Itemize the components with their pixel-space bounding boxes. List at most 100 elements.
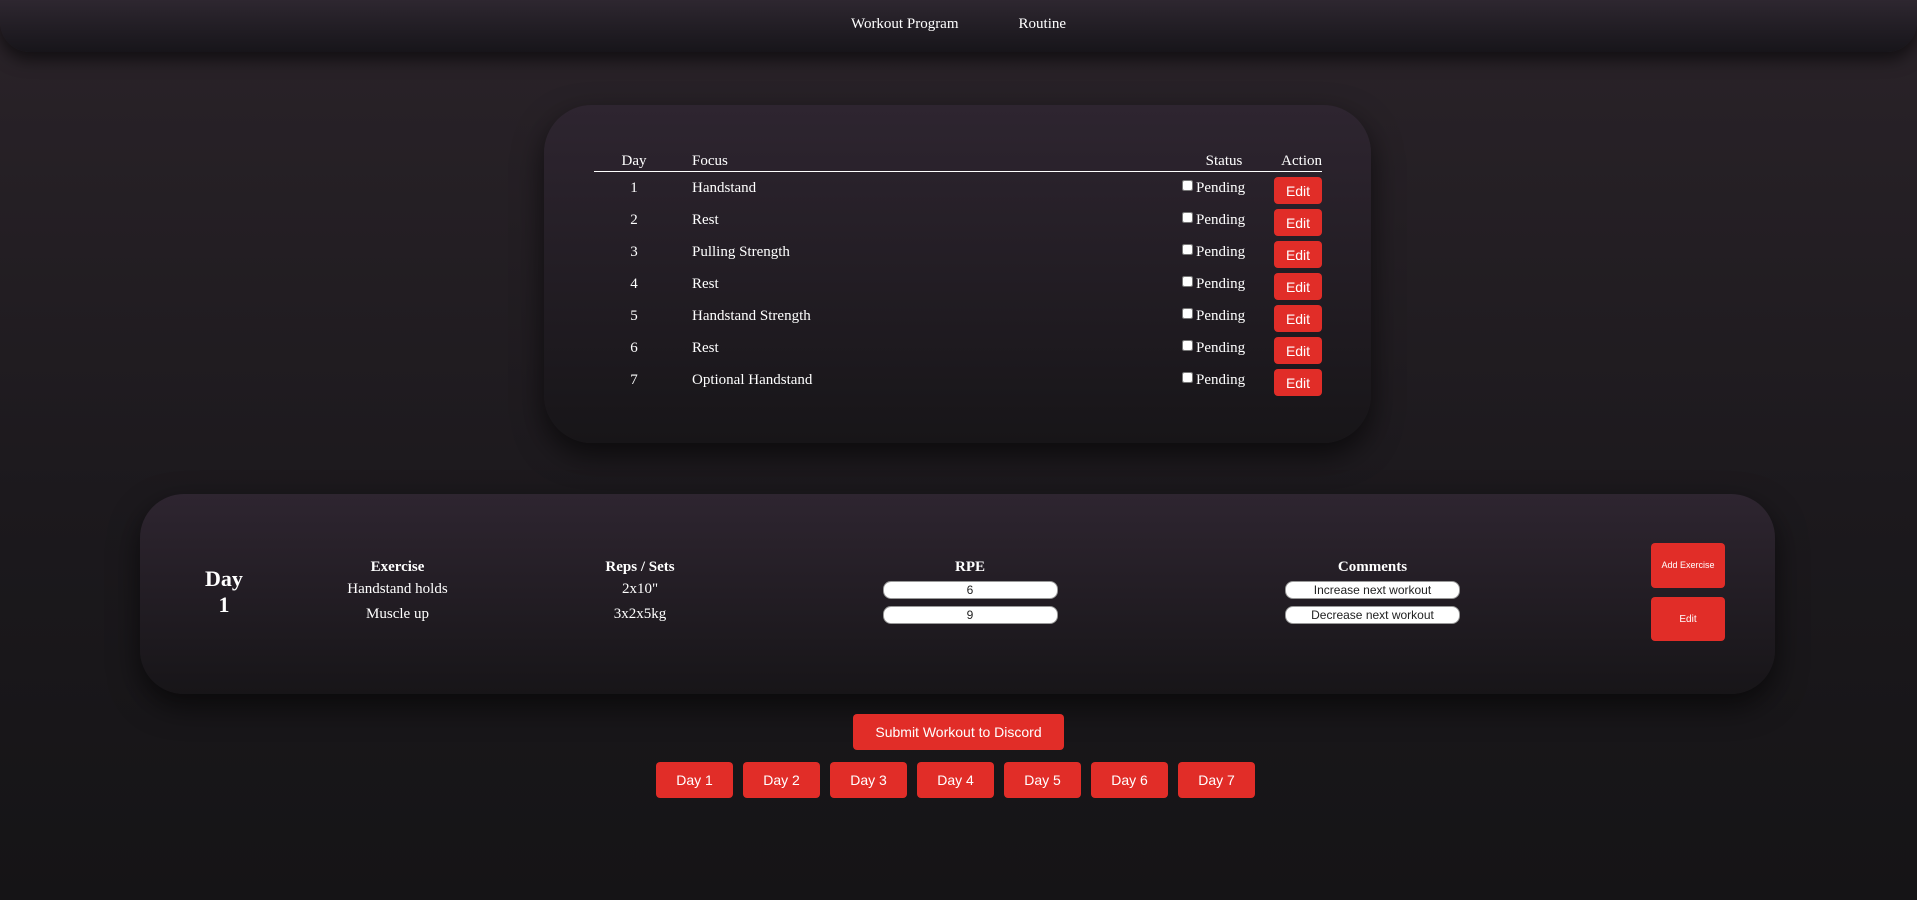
status-cell: Pending [1182, 300, 1266, 332]
action-cell: Edit [1266, 172, 1322, 204]
table-row: 7 Optional Handstand Pending Edit [594, 364, 1322, 396]
status-checkbox[interactable] [1182, 339, 1193, 351]
exercise-name: Muscle up [366, 606, 429, 622]
exercise-reps: 3x2x5kg [613, 606, 667, 622]
day-6-button[interactable]: Day 6 [1091, 762, 1168, 798]
table-row: 6 Rest Pending Edit [594, 332, 1322, 364]
add-exercise-button[interactable]: Add Exercise [1651, 543, 1725, 588]
row-focus: Rest [692, 211, 719, 228]
comment-cell [1180, 602, 1565, 627]
day-detail-title: Day 1 [194, 566, 254, 618]
status-cell: Pending [1182, 364, 1266, 396]
status-cell: Pending [1182, 332, 1266, 364]
status-checkbox[interactable] [1182, 179, 1193, 191]
action-cell: Edit [1266, 332, 1322, 364]
submit-workout-button[interactable]: Submit Workout to Discord [853, 714, 1064, 750]
top-navbar: Workout Program Routine [0, 0, 1917, 52]
column-header-status: Status [1182, 153, 1266, 172]
rpe-cell [760, 602, 1180, 627]
status-cell: Pending [1182, 268, 1266, 300]
day-5-button[interactable]: Day 5 [1004, 762, 1081, 798]
row-day: 7 [630, 371, 638, 388]
edit-button[interactable]: Edit [1274, 369, 1322, 396]
status-cell: Pending [1182, 236, 1266, 268]
table-row: 4 Rest Pending Edit [594, 268, 1322, 300]
status-checkbox[interactable] [1182, 275, 1193, 287]
comment-input[interactable] [1285, 580, 1460, 599]
exercise-name: Handstand holds [347, 581, 448, 597]
nav-link-routine[interactable]: Routine [1019, 16, 1067, 33]
table-row: Muscle up 3x2x5kg [275, 602, 1565, 627]
row-day: 6 [630, 339, 638, 356]
action-cell: Edit [1266, 204, 1322, 236]
edit-button[interactable]: Edit [1274, 337, 1322, 364]
day-detail-card: Day 1 Exercise Reps / Sets RPE Comments … [140, 494, 1775, 694]
rpe-input[interactable] [882, 605, 1058, 624]
day-title-label: Day [205, 566, 243, 591]
day-2-button[interactable]: Day 2 [743, 762, 820, 798]
comment-cell [1180, 577, 1565, 602]
table-row: 3 Pulling Strength Pending Edit [594, 236, 1322, 268]
day-title-number: 1 [218, 592, 230, 617]
status-cell: Pending [1182, 172, 1266, 205]
table-row: 2 Rest Pending Edit [594, 204, 1322, 236]
row-day: 4 [630, 275, 638, 292]
day-7-button[interactable]: Day 7 [1178, 762, 1255, 798]
rpe-cell [760, 577, 1180, 602]
row-day: 1 [630, 179, 638, 196]
status-label: Pending [1196, 339, 1246, 356]
edit-button[interactable]: Edit [1274, 177, 1322, 204]
nav-link-workout-program[interactable]: Workout Program [851, 16, 959, 33]
edit-button[interactable]: Edit [1274, 209, 1322, 236]
row-focus: Optional Handstand [692, 371, 813, 388]
program-table-header: Day Focus Status Action [594, 153, 1322, 172]
status-checkbox[interactable] [1182, 371, 1193, 383]
comment-input[interactable] [1285, 605, 1460, 624]
status-label: Pending [1196, 307, 1246, 324]
column-header-comments: Comments [1337, 558, 1408, 575]
status-label: Pending [1196, 275, 1246, 292]
status-checkbox[interactable] [1182, 243, 1193, 255]
table-row: 5 Handstand Strength Pending Edit [594, 300, 1322, 332]
row-focus: Handstand [692, 179, 757, 196]
table-row: Handstand holds 2x10" [275, 577, 1565, 602]
day-3-button[interactable]: Day 3 [830, 762, 907, 798]
program-table: Day Focus Status Action 1 Handstand Pend… [594, 153, 1322, 396]
exercise-table-header: Exercise Reps / Sets RPE Comments [275, 557, 1565, 577]
edit-button[interactable]: Edit [1274, 273, 1322, 300]
status-checkbox[interactable] [1182, 211, 1193, 223]
column-header-action: Action [1266, 153, 1322, 172]
row-focus: Pulling Strength [692, 243, 790, 260]
status-label: Pending [1196, 243, 1246, 260]
column-header-focus: Focus [674, 153, 1182, 172]
status-label: Pending [1196, 371, 1246, 388]
column-header-exercise: Exercise [370, 558, 425, 575]
day-4-button[interactable]: Day 4 [917, 762, 994, 798]
status-label: Pending [1196, 179, 1246, 196]
exercise-table: Exercise Reps / Sets RPE Comments Handst… [275, 557, 1565, 627]
day-1-button[interactable]: Day 1 [656, 762, 733, 798]
status-cell: Pending [1182, 204, 1266, 236]
edit-button[interactable]: Edit [1274, 305, 1322, 332]
edit-button[interactable]: Edit [1274, 241, 1322, 268]
column-header-rpe: RPE [955, 558, 985, 575]
day-edit-button[interactable]: Edit [1651, 597, 1725, 641]
action-cell: Edit [1266, 236, 1322, 268]
row-day: 2 [630, 211, 638, 228]
exercise-reps: 2x10" [621, 581, 659, 597]
table-row: 1 Handstand Pending Edit [594, 172, 1322, 205]
column-header-day: Day [594, 153, 674, 172]
rpe-input[interactable] [882, 580, 1058, 599]
action-cell: Edit [1266, 268, 1322, 300]
row-focus: Rest [692, 339, 719, 356]
program-card: Day Focus Status Action 1 Handstand Pend… [544, 105, 1371, 443]
action-cell: Edit [1266, 300, 1322, 332]
status-label: Pending [1196, 211, 1246, 228]
row-day: 5 [630, 307, 638, 324]
status-checkbox[interactable] [1182, 307, 1193, 319]
day-selector: Day 1 Day 2 Day 3 Day 4 Day 5 Day 6 Day … [656, 762, 1261, 798]
row-focus: Handstand Strength [692, 307, 811, 324]
row-focus: Rest [692, 275, 719, 292]
column-header-reps-sets: Reps / Sets [605, 558, 675, 575]
action-cell: Edit [1266, 364, 1322, 396]
